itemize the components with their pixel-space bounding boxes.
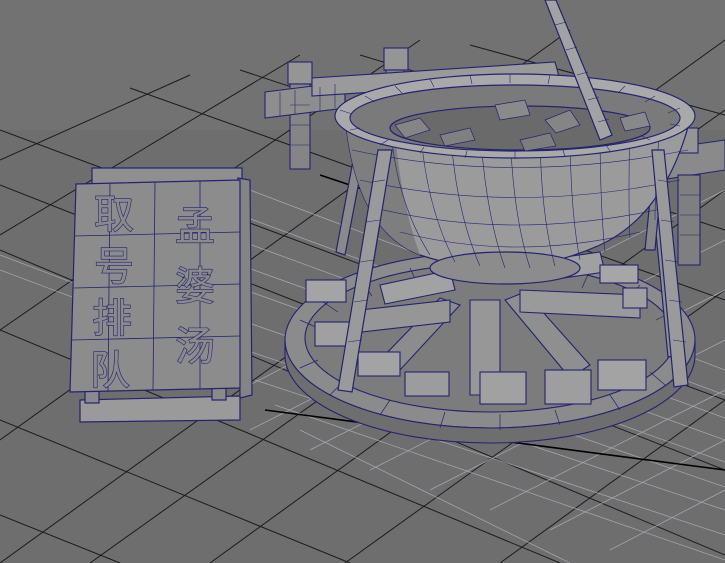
table-leg	[677, 174, 701, 266]
ring-block	[404, 371, 450, 397]
sign-char-6: 婆	[175, 264, 215, 310]
sign-char-1: 取	[94, 192, 134, 238]
sign-text-right: 孟 婆 汤	[174, 203, 215, 370]
sign-char-5: 孟	[175, 204, 215, 250]
table-post-cap	[287, 61, 313, 85]
queue-sign[interactable]: 取 号 排 队 孟 婆 汤	[69, 167, 253, 423]
ring-block	[479, 371, 527, 405]
scene-canvas[interactable]: 取 号 排 队 孟 婆 汤	[0, 0, 725, 563]
sign-char-3: 排	[92, 296, 132, 342]
sign-char-2: 号	[94, 244, 134, 290]
sign-char-7: 汤	[175, 324, 215, 370]
ring-block	[622, 287, 648, 309]
ring-block	[597, 359, 647, 391]
ring-block	[599, 264, 639, 284]
table-post-cap	[383, 47, 409, 71]
sign-char-4: 队	[90, 348, 130, 394]
ring-block	[544, 369, 592, 405]
ring-block	[357, 351, 401, 377]
maya-viewport[interactable]: 取 号 排 队 孟 婆 汤	[0, 0, 725, 563]
ring-block	[305, 279, 347, 303]
